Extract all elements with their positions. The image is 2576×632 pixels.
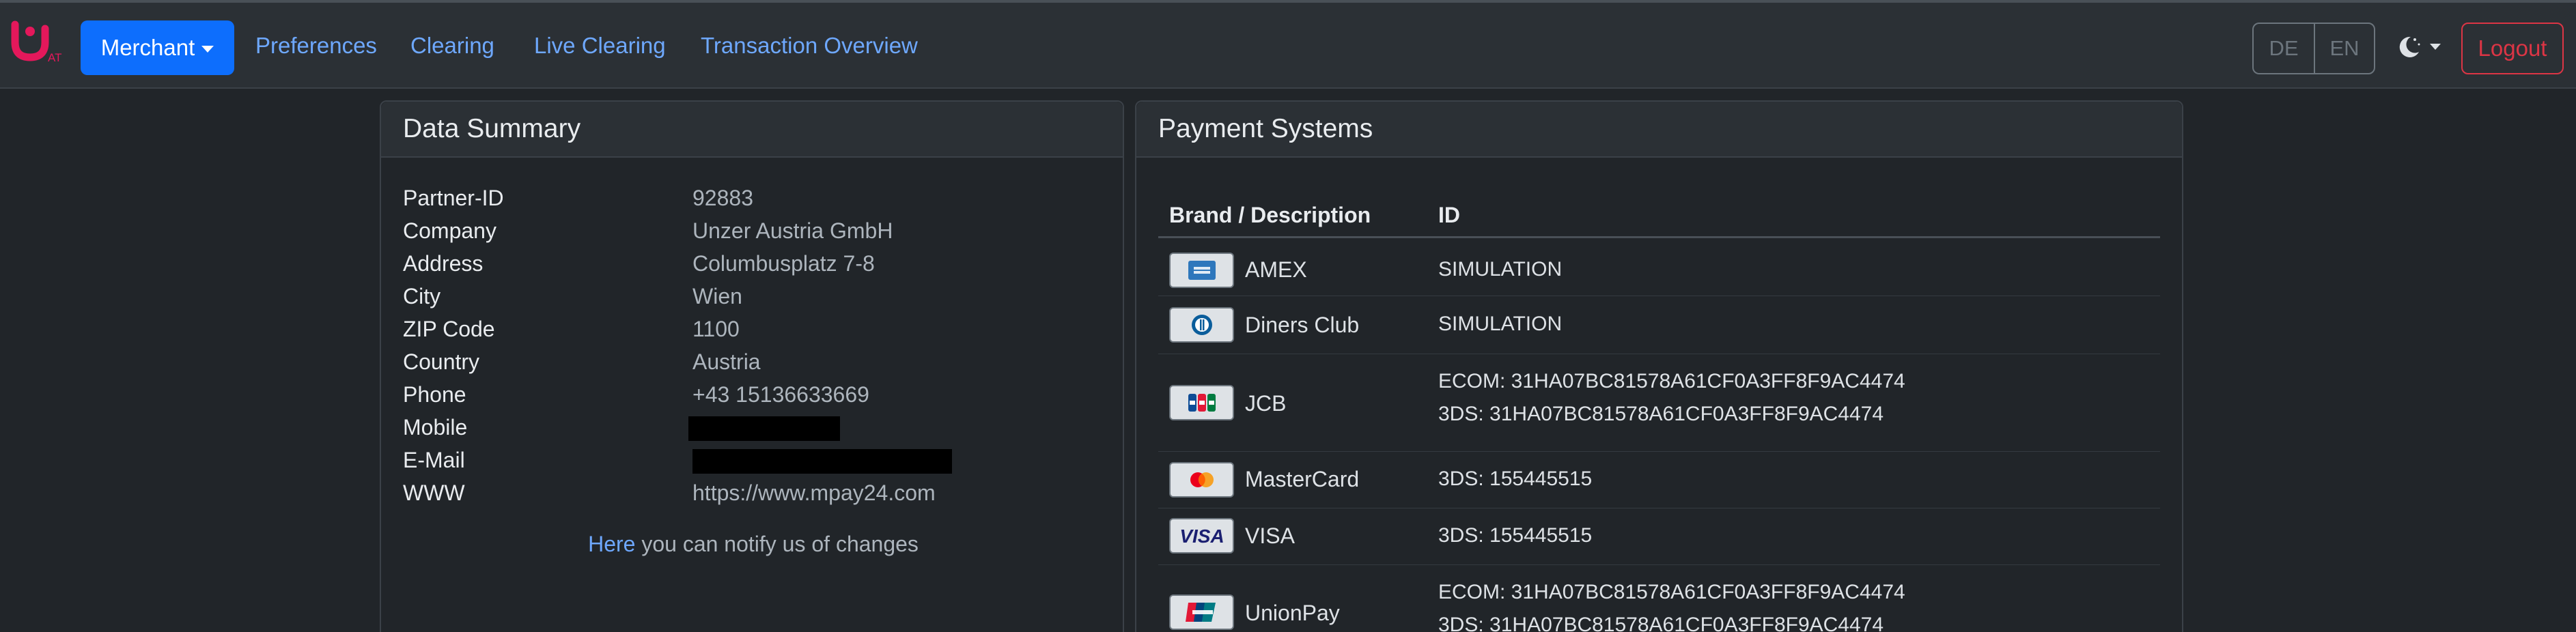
summary-label: ZIP Code: [403, 317, 495, 341]
jcb-card-icon: [1169, 385, 1234, 420]
summary-row-mobile: Mobile: [403, 411, 1086, 444]
data-summary-card: Data Summary Partner-ID 92883 Company Un…: [380, 100, 1124, 632]
nav-link-preferences[interactable]: Preferences: [255, 33, 377, 59]
payment-table-header: Brand / Description ID: [1158, 197, 2160, 238]
brand-name: MasterCard: [1245, 467, 1360, 491]
svg-text:VISA: VISA: [1179, 526, 1224, 547]
payment-id: 3DS: 155445515: [1438, 468, 1593, 490]
svg-text:AT: AT: [48, 51, 61, 64]
language-switcher: DE EN: [2252, 23, 2375, 74]
payment-id: ECOM: 31HA07BC81578A61CF0A3FF8F9AC4474: [1438, 370, 1905, 392]
summary-value: 92883: [692, 186, 753, 210]
unzer-logo[interactable]: AT: [10, 19, 64, 67]
summary-row-email: E-Mail: [403, 444, 1086, 476]
diners-club-card-icon: [1169, 307, 1234, 343]
summary-value: Columbusplatz 7-8: [692, 251, 875, 276]
nav-link-transaction-overview[interactable]: Transaction Overview: [701, 33, 918, 59]
summary-row-city: City Wien: [403, 280, 1086, 313]
payment-row-amex: AMEX SIMULATION: [1158, 245, 2160, 296]
summary-label: E-Mail: [403, 448, 465, 472]
merchant-dropdown-button[interactable]: Merchant: [81, 20, 234, 75]
top-navbar: AT Merchant Preferences Clearing Live Cl…: [0, 0, 2576, 89]
brand-name: AMEX: [1245, 257, 1307, 282]
summary-row-company: Company Unzer Austria GmbH: [403, 214, 1086, 247]
brand-name: JCB: [1245, 391, 1287, 416]
caret-down-icon: [201, 46, 214, 53]
summary-label: Phone: [403, 382, 466, 407]
payment-id: 3DS: 155445515: [1438, 524, 1593, 547]
summary-row-www: WWW https://www.mpay24.com: [403, 476, 1086, 509]
summary-label: City: [403, 284, 441, 308]
summary-row-country: Country Austria: [403, 345, 1086, 378]
summary-value: Wien: [692, 284, 742, 308]
summary-label: Partner-ID: [403, 186, 504, 210]
mastercard-card-icon: [1169, 462, 1234, 498]
visa-card-icon: VISA: [1169, 518, 1234, 554]
unionpay-card-icon: [1169, 594, 1234, 630]
brand-name: Diners Club: [1245, 313, 1360, 337]
redacted-email: [692, 449, 952, 474]
payment-row-visa: VISA VISA 3DS: 155445515: [1158, 508, 2160, 564]
brand-name: UnionPay: [1245, 601, 1340, 625]
summary-row-zip-code: ZIP Code 1100: [403, 313, 1086, 345]
summary-label: WWW: [403, 480, 465, 505]
summary-value: +43 15136633669: [692, 382, 869, 407]
payment-id: ECOM: 31HA07BC81578A61CF0A3FF8F9AC4474: [1438, 581, 1905, 603]
payment-id: 3DS: 31HA07BC81578A61CF0A3FF8F9AC4474: [1438, 614, 1884, 632]
summary-value: Austria: [692, 349, 761, 374]
nav-link-clearing[interactable]: Clearing: [410, 33, 494, 59]
payment-id: 3DS: 31HA07BC81578A61CF0A3FF8F9AC4474: [1438, 403, 1884, 425]
moon-stars-icon: [2399, 36, 2420, 57]
notify-changes-label: you can notify us of changes: [635, 532, 919, 556]
caret-down-icon: [2430, 43, 2441, 50]
summary-value: 1100: [692, 317, 740, 341]
payment-systems-card: Payment Systems Brand / Description ID A…: [1135, 100, 2183, 632]
notify-changes-text: Here you can notify us of changes: [381, 532, 1125, 557]
logout-button[interactable]: Logout: [2461, 23, 2564, 74]
lang-en-button[interactable]: EN: [2314, 24, 2374, 73]
payment-row-unionpay: UnionPay ECOM: 31HA07BC81578A61CF0A3FF8F…: [1158, 565, 2160, 632]
nav-link-live-clearing[interactable]: Live Clearing: [534, 33, 666, 59]
payment-systems-title: Payment Systems: [1136, 102, 2182, 158]
summary-label: Country: [403, 349, 480, 374]
summary-row-partner-id: Partner-ID 92883: [403, 182, 1086, 214]
summary-label: Address: [403, 251, 484, 276]
redacted-mobile: [688, 416, 840, 441]
payment-id: SIMULATION: [1438, 313, 1563, 335]
lang-de-button[interactable]: DE: [2254, 24, 2314, 73]
payment-row-jcb: JCB ECOM: 31HA07BC81578A61CF0A3FF8F9AC44…: [1158, 354, 2160, 451]
summary-value: https://www.mpay24.com: [692, 480, 936, 505]
data-summary-title: Data Summary: [381, 102, 1123, 158]
summary-row-address: Address Columbusplatz 7-8: [403, 247, 1086, 280]
theme-toggle-dropdown[interactable]: [2396, 33, 2441, 60]
summary-label: Company: [403, 218, 496, 243]
summary-value: Unzer Austria GmbH: [692, 218, 893, 243]
column-header-brand: Brand / Description: [1169, 203, 1371, 227]
brand-name: VISA: [1245, 523, 1295, 548]
summary-label: Mobile: [403, 415, 468, 440]
amex-card-icon: [1169, 253, 1234, 288]
column-header-id: ID: [1438, 203, 1460, 227]
payment-row-diners-club: Diners Club SIMULATION: [1158, 296, 2160, 354]
summary-row-phone: Phone +43 15136633669: [403, 378, 1086, 411]
payment-row-mastercard: MasterCard 3DS: 155445515: [1158, 452, 2160, 508]
payment-id: SIMULATION: [1438, 258, 1563, 281]
notify-changes-link[interactable]: Here: [588, 532, 635, 556]
merchant-dropdown-label: Merchant: [100, 35, 195, 60]
